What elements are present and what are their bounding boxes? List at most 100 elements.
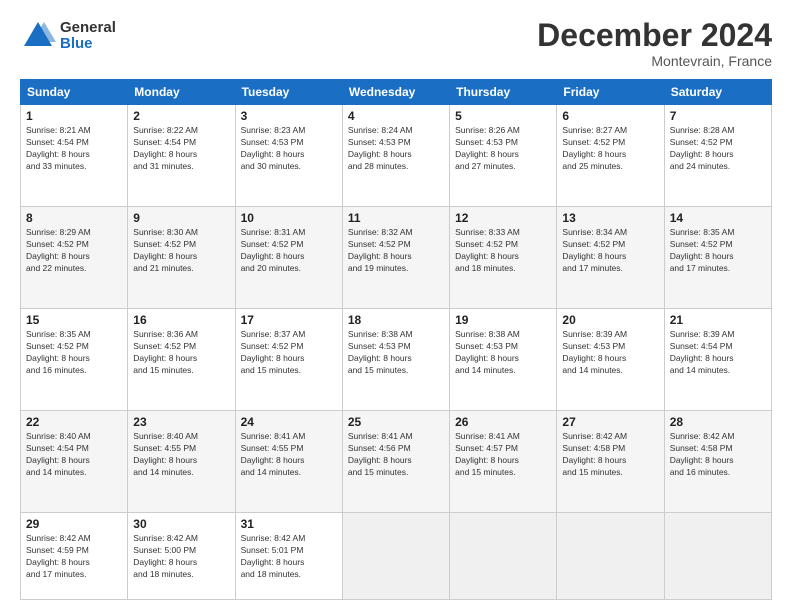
table-row: [450, 512, 557, 599]
table-row: 8Sunrise: 8:29 AM Sunset: 4:52 PM Daylig…: [21, 207, 128, 309]
day-number: 2: [133, 109, 229, 123]
day-number: 5: [455, 109, 551, 123]
table-row: [664, 512, 771, 599]
table-row: 1Sunrise: 8:21 AM Sunset: 4:54 PM Daylig…: [21, 105, 128, 207]
table-row: 29Sunrise: 8:42 AM Sunset: 4:59 PM Dayli…: [21, 512, 128, 599]
col-tuesday: Tuesday: [235, 80, 342, 105]
table-row: 15 Sunrise: 8:35 AM Sunset: 4:52 PM Dayli…: [21, 309, 128, 411]
logo-name: General Blue: [60, 20, 116, 53]
calendar-header-row: Sunday Monday Tuesday Wednesday Thursday…: [21, 80, 772, 105]
day-number: 12: [455, 211, 551, 225]
day-info: Sunrise: 8:28 AM Sunset: 4:52 PM Dayligh…: [670, 125, 766, 173]
table-row: 22 Sunrise: 8:40 AM Sunset: 4:54 PM Dayli…: [21, 411, 128, 513]
day-info: Sunrise: 8:35 AM Sunset: 4:52 PM Dayligh…: [670, 227, 766, 275]
day-number: 23: [133, 415, 229, 429]
location: Montevrain, France: [537, 53, 772, 69]
day-number: 18: [348, 313, 444, 327]
table-row: 14 Sunrise: 8:35 AM Sunset: 4:52 PM Dayli…: [664, 207, 771, 309]
table-row: 26Sunrise: 8:41 AM Sunset: 4:57 PM Dayli…: [450, 411, 557, 513]
day-number: 10: [241, 211, 337, 225]
day-number: 15: [26, 313, 122, 327]
calendar-table: Sunday Monday Tuesday Wednesday Thursday…: [20, 79, 772, 600]
table-row: 19 Sunrise: 8:38 AM Sunset: 4:53 PM Dayli…: [450, 309, 557, 411]
col-thursday: Thursday: [450, 80, 557, 105]
logo-general-text: General: [60, 20, 116, 37]
col-sunday: Sunday: [21, 80, 128, 105]
day-number: 7: [670, 109, 766, 123]
table-row: 3Sunrise: 8:23 AM Sunset: 4:53 PM Daylig…: [235, 105, 342, 207]
day-number: 22: [26, 415, 122, 429]
table-row: 21 Sunrise: 8:39 AM Sunset: 4:54 PM Dayli…: [664, 309, 771, 411]
day-info: Sunrise: 8:42 AM Sunset: 5:00 PM Dayligh…: [133, 533, 229, 581]
day-info: Sunrise: 8:39 AM Sunset: 4:53 PM Dayligh…: [562, 329, 658, 377]
day-info: Sunrise: 8:35 AM Sunset: 4:52 PM Dayligh…: [26, 329, 122, 377]
day-info: Sunrise: 8:37 AM Sunset: 4:52 PM Dayligh…: [241, 329, 337, 377]
day-info: Sunrise: 8:26 AM Sunset: 4:53 PM Dayligh…: [455, 125, 551, 173]
day-number: 13: [562, 211, 658, 225]
table-row: 23 Sunrise: 8:40 AM Sunset: 4:55 PM Dayli…: [128, 411, 235, 513]
month-title: December 2024: [537, 18, 772, 53]
day-info: Sunrise: 8:38 AM Sunset: 4:53 PM Dayligh…: [348, 329, 444, 377]
col-wednesday: Wednesday: [342, 80, 449, 105]
table-row: 7 Sunrise: 8:28 AM Sunset: 4:52 PM Daylig…: [664, 105, 771, 207]
day-info: Sunrise: 8:34 AM Sunset: 4:52 PM Dayligh…: [562, 227, 658, 275]
day-number: 6: [562, 109, 658, 123]
table-row: 10 Sunrise: 8:31 AM Sunset: 4:52 PM Dayli…: [235, 207, 342, 309]
header: General Blue December 2024 Montevrain, F…: [20, 18, 772, 69]
day-info: Sunrise: 8:38 AM Sunset: 4:53 PM Dayligh…: [455, 329, 551, 377]
col-saturday: Saturday: [664, 80, 771, 105]
day-info: Sunrise: 8:31 AM Sunset: 4:52 PM Dayligh…: [241, 227, 337, 275]
day-info: Sunrise: 8:42 AM Sunset: 4:58 PM Dayligh…: [670, 431, 766, 479]
day-number: 25: [348, 415, 444, 429]
day-info: Sunrise: 8:23 AM Sunset: 4:53 PM Dayligh…: [241, 125, 337, 173]
day-number: 19: [455, 313, 551, 327]
day-number: 24: [241, 415, 337, 429]
table-row: 5 Sunrise: 8:26 AM Sunset: 4:53 PM Daylig…: [450, 105, 557, 207]
col-friday: Friday: [557, 80, 664, 105]
table-row: 13 Sunrise: 8:34 AM Sunset: 4:52 PM Dayli…: [557, 207, 664, 309]
day-number: 4: [348, 109, 444, 123]
day-number: 31: [241, 517, 337, 531]
table-row: 4 Sunrise: 8:24 AM Sunset: 4:53 PM Daylig…: [342, 105, 449, 207]
col-monday: Monday: [128, 80, 235, 105]
day-number: 28: [670, 415, 766, 429]
day-number: 16: [133, 313, 229, 327]
table-row: 25 Sunrise: 8:41 AM Sunset: 4:56 PM Dayli…: [342, 411, 449, 513]
table-row: 24Sunrise: 8:41 AM Sunset: 4:55 PM Dayli…: [235, 411, 342, 513]
logo-blue-text: Blue: [60, 36, 116, 53]
table-row: 30 Sunrise: 8:42 AM Sunset: 5:00 PM Dayli…: [128, 512, 235, 599]
table-row: [557, 512, 664, 599]
table-row: 20Sunrise: 8:39 AM Sunset: 4:53 PM Dayli…: [557, 309, 664, 411]
table-row: 17 Sunrise: 8:37 AM Sunset: 4:52 PM Dayli…: [235, 309, 342, 411]
table-row: 27Sunrise: 8:42 AM Sunset: 4:58 PM Dayli…: [557, 411, 664, 513]
table-row: 2 Sunrise: 8:22 AM Sunset: 4:54 PM Daylig…: [128, 105, 235, 207]
page: General Blue December 2024 Montevrain, F…: [0, 0, 792, 612]
day-number: 9: [133, 211, 229, 225]
title-block: December 2024 Montevrain, France: [537, 18, 772, 69]
table-row: 6 Sunrise: 8:27 AM Sunset: 4:52 PM Daylig…: [557, 105, 664, 207]
day-number: 26: [455, 415, 551, 429]
day-info: Sunrise: 8:21 AM Sunset: 4:54 PM Dayligh…: [26, 125, 122, 173]
day-number: 8: [26, 211, 122, 225]
day-number: 11: [348, 211, 444, 225]
day-number: 17: [241, 313, 337, 327]
day-number: 21: [670, 313, 766, 327]
day-info: Sunrise: 8:41 AM Sunset: 4:56 PM Dayligh…: [348, 431, 444, 479]
day-info: Sunrise: 8:32 AM Sunset: 4:52 PM Dayligh…: [348, 227, 444, 275]
day-number: 30: [133, 517, 229, 531]
day-info: Sunrise: 8:42 AM Sunset: 4:58 PM Dayligh…: [562, 431, 658, 479]
table-row: 31 Sunrise: 8:42 AM Sunset: 5:01 PM Dayli…: [235, 512, 342, 599]
day-info: Sunrise: 8:39 AM Sunset: 4:54 PM Dayligh…: [670, 329, 766, 377]
day-info: Sunrise: 8:42 AM Sunset: 5:01 PM Dayligh…: [241, 533, 337, 581]
table-row: 12 Sunrise: 8:33 AM Sunset: 4:52 PM Dayli…: [450, 207, 557, 309]
table-row: 11 Sunrise: 8:32 AM Sunset: 4:52 PM Dayli…: [342, 207, 449, 309]
day-info: Sunrise: 8:40 AM Sunset: 4:55 PM Dayligh…: [133, 431, 229, 479]
day-info: Sunrise: 8:27 AM Sunset: 4:52 PM Dayligh…: [562, 125, 658, 173]
table-row: 18 Sunrise: 8:38 AM Sunset: 4:53 PM Dayli…: [342, 309, 449, 411]
day-info: Sunrise: 8:33 AM Sunset: 4:52 PM Dayligh…: [455, 227, 551, 275]
day-info: Sunrise: 8:22 AM Sunset: 4:54 PM Dayligh…: [133, 125, 229, 173]
table-row: 28 Sunrise: 8:42 AM Sunset: 4:58 PM Dayli…: [664, 411, 771, 513]
day-info: Sunrise: 8:24 AM Sunset: 4:53 PM Dayligh…: [348, 125, 444, 173]
day-info: Sunrise: 8:40 AM Sunset: 4:54 PM Dayligh…: [26, 431, 122, 479]
day-number: 14: [670, 211, 766, 225]
